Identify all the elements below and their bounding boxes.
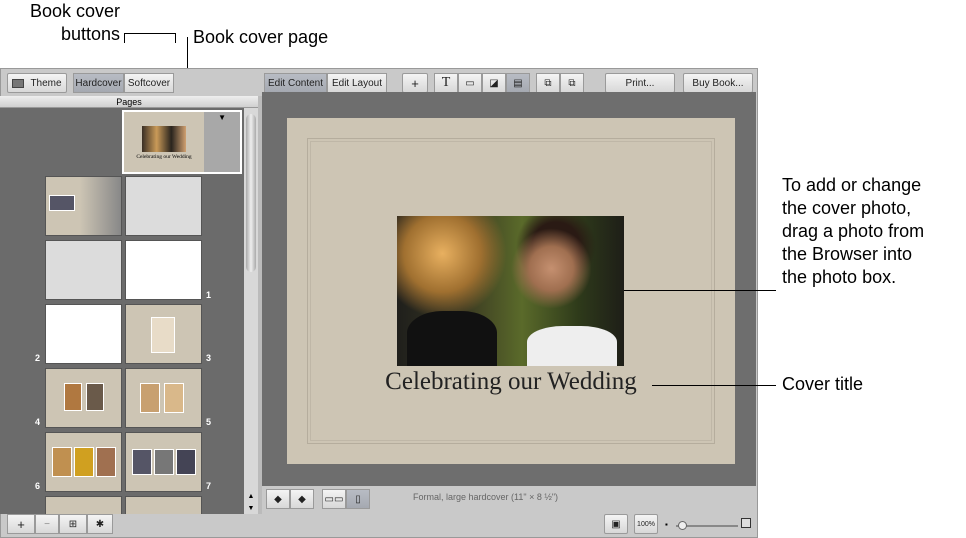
fit-page-button[interactable]: ▣ — [604, 514, 628, 534]
photo-frame-button[interactable]: ▭ — [458, 73, 482, 93]
page-number: 6 — [35, 481, 41, 491]
annotation-cover-buttons: Book cover buttons — [29, 1, 120, 44]
annotation-cover-page: Book cover page — [193, 27, 329, 47]
print-button[interactable]: Print... — [605, 73, 675, 93]
page-number: 4 — [35, 417, 41, 427]
page-thumbnail[interactable] — [125, 432, 202, 492]
page-thumbnail[interactable] — [125, 368, 202, 428]
page-thumbnail[interactable] — [125, 240, 202, 300]
scroll-thumb[interactable] — [246, 114, 256, 272]
add-button[interactable]: + — [402, 73, 428, 93]
gear-icon[interactable]: ✱ — [87, 514, 113, 534]
large-photo-icon — [741, 518, 751, 528]
softcover-button[interactable]: Softcover — [124, 73, 174, 93]
page-thumbnail[interactable] — [125, 304, 202, 364]
page-thumbnail[interactable] — [45, 432, 122, 492]
previous-page-button[interactable]: ◆ — [266, 489, 290, 509]
cover-type-group: Hardcover Softcover — [73, 73, 174, 93]
next-page-button[interactable]: ◆ — [290, 489, 314, 509]
annotation-cover-photo: To add or change the cover photo, drag a… — [782, 175, 925, 287]
edit-layout-button[interactable]: Edit Layout — [327, 73, 387, 93]
text-style-button[interactable]: T — [434, 73, 458, 93]
page-thumbnail[interactable] — [45, 176, 122, 236]
single-page-view-button[interactable]: ▯ — [346, 489, 370, 509]
page-thumbnail[interactable] — [45, 304, 122, 364]
remove-page-button[interactable]: − — [35, 514, 59, 534]
page-number: 5 — [206, 417, 212, 427]
two-page-view-button[interactable]: ▭▭ — [322, 489, 346, 509]
bracket — [124, 33, 176, 34]
bring-forward-icon[interactable]: ⧉ — [536, 73, 560, 93]
page-thumbnail[interactable] — [45, 240, 122, 300]
buy-book-button[interactable]: Buy Book... — [683, 73, 753, 93]
page-number: 1 — [206, 290, 212, 300]
page-thumbnail[interactable] — [45, 368, 122, 428]
page-layout-button[interactable]: ⊞ — [59, 514, 87, 534]
cover-photo-box[interactable] — [397, 216, 624, 366]
zoom-100-button[interactable]: 100% — [634, 514, 658, 534]
annotation-cover-title: Cover title — [782, 374, 864, 394]
add-page-button[interactable]: + — [7, 514, 35, 534]
theme-icon — [12, 78, 25, 88]
zoom-slider-knob[interactable] — [677, 521, 687, 530]
page-thumbnail[interactable] — [125, 176, 202, 236]
pointer-line — [652, 385, 776, 386]
dropdown-arrow-icon[interactable]: ▼ — [218, 113, 226, 122]
zoom-slider[interactable] — [676, 521, 738, 530]
bracket-right — [175, 33, 176, 43]
pages-header: Pages — [0, 96, 258, 108]
theme-label: Theme — [30, 77, 62, 89]
thumb-photo — [142, 126, 186, 152]
small-photo-icon: ▪ — [665, 520, 668, 529]
book-info: Formal, large hardcover (11" × 8 ½") — [413, 492, 559, 502]
pointer-line — [624, 290, 776, 291]
cover-page-thumbnail[interactable]: Celebrating our Wedding ▼ — [122, 110, 242, 174]
edit-content-button[interactable]: Edit Content — [264, 73, 327, 93]
theme-button[interactable]: Theme — [7, 73, 67, 93]
page-number: 7 — [206, 481, 212, 491]
sidebar-scrollbar[interactable]: ▲ ▼ — [244, 108, 258, 514]
page-thumbnail[interactable] — [125, 496, 202, 514]
page-thumbnail[interactable] — [45, 496, 122, 514]
layout-button[interactable]: ▤ — [506, 73, 530, 93]
bracket-left — [124, 33, 125, 43]
page-number: 3 — [206, 353, 212, 363]
send-backward-icon[interactable]: ⧉ — [560, 73, 584, 93]
scroll-down-arrow[interactable]: ▼ — [244, 505, 258, 512]
thumb-title: Celebrating our Wedding — [136, 154, 192, 160]
background-button[interactable]: ◪ — [482, 73, 506, 93]
scroll-up-arrow[interactable]: ▲ — [244, 493, 258, 500]
cover-title[interactable]: Celebrating our Wedding — [287, 368, 735, 396]
hardcover-button[interactable]: Hardcover — [73, 73, 124, 93]
page-number: 2 — [35, 353, 41, 363]
